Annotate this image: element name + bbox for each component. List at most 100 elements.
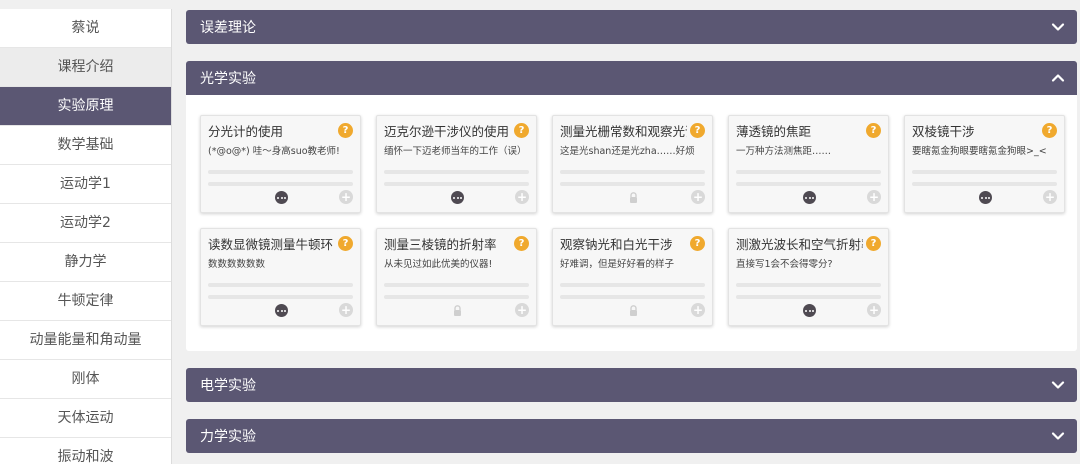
panel-header-mechanics[interactable]: 力学实验: [186, 419, 1077, 453]
question-icon[interactable]: ?: [1042, 122, 1057, 138]
experiment-card[interactable]: 读数显微镜测量牛顿环? 数数数数数数 +: [200, 228, 361, 326]
card-description: 要瞎氪金狗眼要瞎氪金狗眼>_<: [912, 146, 1047, 157]
sidebar-item[interactable]: 运动学1: [0, 165, 171, 204]
card-footer: +: [201, 303, 360, 320]
sidebar-item[interactable]: 实验原理: [0, 87, 171, 126]
lock-icon: [454, 305, 461, 316]
panel-title: 光学实验: [200, 71, 256, 87]
question-icon[interactable]: ?: [514, 235, 529, 251]
card-description: 从未见过如此优美的仪器!: [384, 259, 493, 270]
experiment-card[interactable]: 薄透镜的焦距? 一万种方法测焦距…… +: [728, 115, 889, 213]
card-title: 测量光栅常数和观察光谱: [560, 123, 687, 139]
sidebar-item[interactable]: 动量能量和角动量: [0, 321, 171, 360]
add-icon[interactable]: +: [515, 190, 529, 204]
card-footer: +: [553, 303, 712, 320]
progress-bar: [912, 182, 1057, 186]
progress-bar: [384, 182, 529, 186]
card-description: 好难调，但是好好看的样子: [560, 259, 675, 270]
card-description: 缅怀一下迈老师当年的工作（误）: [384, 146, 527, 157]
chevron-down-icon[interactable]: [1051, 429, 1065, 443]
sidebar-item[interactable]: 运动学2: [0, 204, 171, 243]
progress-bar: [560, 170, 705, 174]
card-footer: +: [377, 190, 536, 207]
card-title: 测量三棱镜的折射率: [384, 236, 497, 252]
add-icon[interactable]: +: [867, 190, 881, 204]
progress-bar: [560, 182, 705, 186]
chevron-down-icon[interactable]: [1051, 378, 1065, 392]
panel-title: 电学实验: [200, 378, 256, 394]
card-header: 观察钠光和白光干涉?: [560, 234, 705, 252]
add-icon[interactable]: +: [691, 303, 705, 317]
card-title: 读数显微镜测量牛顿环: [208, 236, 334, 252]
add-icon[interactable]: +: [691, 190, 705, 204]
progress-bar: [560, 295, 705, 299]
panel-error-theory: 误差理论: [186, 10, 1077, 44]
card-title: 双棱镜干涉: [912, 123, 975, 139]
card-description: 这是光shan还是光zha……好烦: [560, 146, 695, 157]
card-header: 迈克尔逊干涉仪的使用?: [384, 121, 529, 139]
sidebar-item[interactable]: 天体运动: [0, 399, 171, 438]
panel-header-error-theory[interactable]: 误差理论: [186, 10, 1077, 44]
question-icon[interactable]: ?: [338, 235, 353, 251]
card-title: 迈克尔逊干涉仪的使用: [384, 123, 510, 139]
question-icon[interactable]: ?: [514, 122, 529, 138]
panel-electric: 电学实验: [186, 368, 1077, 402]
experiment-card[interactable]: 观察钠光和白光干涉? 好难调，但是好好看的样子 +: [552, 228, 713, 326]
chevron-up-icon[interactable]: [1051, 71, 1065, 85]
experiment-card[interactable]: 双棱镜干涉? 要瞎氪金狗眼要瞎氪金狗眼>_< +: [904, 115, 1065, 213]
sidebar: 蔡说 课程介绍 实验原理 数学基础 运动学1 运动学2 静力学 牛顿定律 动量能量和角动量 刚体天…: [0, 9, 172, 464]
sidebar-item[interactable]: 课程介绍: [0, 48, 171, 87]
card-title: 测激光波长和空气折射率: [736, 236, 863, 252]
card-description: 直接写1会不会得零分?: [736, 259, 833, 270]
progress-bar: [384, 170, 529, 174]
panel-mechanics: 力学实验: [186, 419, 1077, 453]
progress-bar: [736, 182, 881, 186]
add-icon[interactable]: +: [515, 303, 529, 317]
panel-header-electric[interactable]: 电学实验: [186, 368, 1077, 402]
experiment-card[interactable]: 测量三棱镜的折射率? 从未见过如此优美的仪器! +: [376, 228, 537, 326]
more-dots-icon[interactable]: [979, 191, 992, 204]
add-icon[interactable]: +: [339, 190, 353, 204]
progress-bar: [208, 170, 353, 174]
add-icon[interactable]: +: [339, 303, 353, 317]
question-icon[interactable]: ?: [338, 122, 353, 138]
more-dots-icon[interactable]: [451, 191, 464, 204]
lock-icon: [630, 192, 637, 203]
experiment-card[interactable]: 测量光栅常数和观察光谱? 这是光shan还是光zha……好烦 +: [552, 115, 713, 213]
progress-bar: [208, 182, 353, 186]
card-header: 读数显微镜测量牛顿环?: [208, 234, 353, 252]
progress-bar: [912, 170, 1057, 174]
panel-header-optics[interactable]: 光学实验: [186, 61, 1077, 95]
main-content: 误差理论 光学实验 分光计的使用? (*@o@*) 哇～身高suo教老师! + 迈克尔…: [186, 10, 1077, 464]
card-footer: +: [553, 190, 712, 207]
sidebar-item[interactable]: 静力学: [0, 243, 171, 282]
question-icon[interactable]: ?: [866, 235, 881, 251]
card-description: (*@o@*) 哇～身高suo教老师!: [208, 146, 340, 157]
more-dots-icon[interactable]: [803, 304, 816, 317]
progress-bar: [560, 283, 705, 287]
experiment-card[interactable]: 测激光波长和空气折射率? 直接写1会不会得零分? +: [728, 228, 889, 326]
more-dots-icon[interactable]: [275, 191, 288, 204]
add-icon[interactable]: +: [867, 303, 881, 317]
experiment-card[interactable]: 迈克尔逊干涉仪的使用? 缅怀一下迈老师当年的工作（误） +: [376, 115, 537, 213]
optics-card-grid: 分光计的使用? (*@o@*) 哇～身高suo教老师! + 迈克尔逊干涉仪的使用? 缅怀…: [186, 95, 1077, 351]
question-icon[interactable]: ?: [690, 122, 705, 138]
sidebar-item[interactable]: 蔡说: [0, 9, 171, 48]
card-header: 薄透镜的焦距?: [736, 121, 881, 139]
progress-bar: [736, 295, 881, 299]
card-header: 测量光栅常数和观察光谱?: [560, 121, 705, 139]
sidebar-item[interactable]: 数学基础: [0, 126, 171, 165]
question-icon[interactable]: ?: [690, 235, 705, 251]
more-dots-icon[interactable]: [275, 304, 288, 317]
experiment-card[interactable]: 分光计的使用? (*@o@*) 哇～身高suo教老师! +: [200, 115, 361, 213]
question-icon[interactable]: ?: [866, 122, 881, 138]
sidebar-item[interactable]: 振动和波: [0, 438, 171, 464]
sidebar-item[interactable]: 牛顿定律: [0, 282, 171, 321]
add-icon[interactable]: +: [1043, 190, 1057, 204]
more-dots-icon[interactable]: [803, 191, 816, 204]
chevron-down-icon[interactable]: [1051, 20, 1065, 34]
card-footer: +: [729, 303, 888, 320]
card-footer: +: [729, 190, 888, 207]
card-description: 一万种方法测焦距……: [736, 146, 832, 157]
sidebar-item[interactable]: 刚体: [0, 360, 171, 399]
